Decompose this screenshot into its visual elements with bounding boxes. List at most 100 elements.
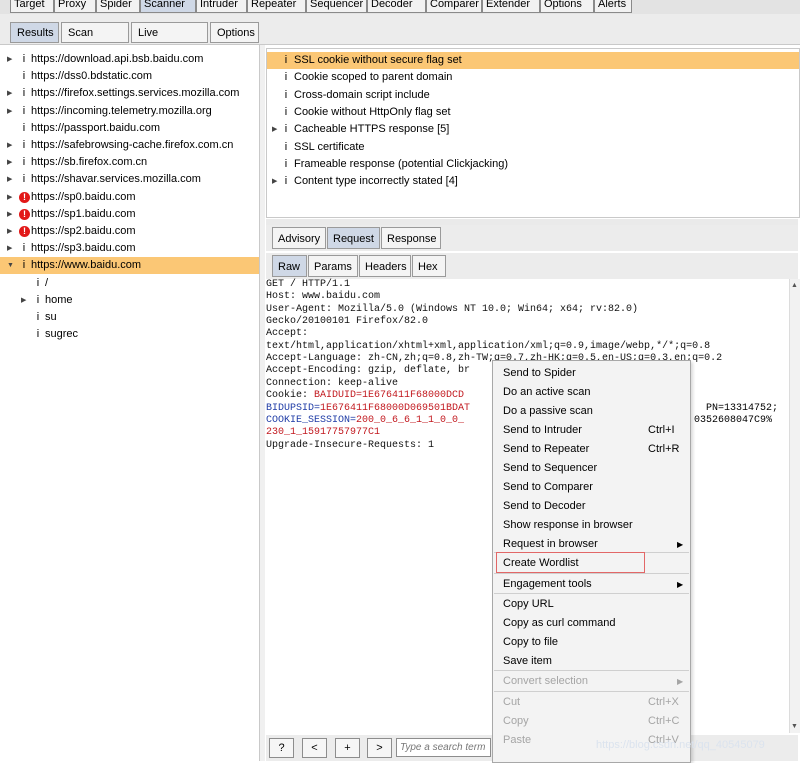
issue-item[interactable]: i Frameable response (potential Clickjack… (267, 156, 799, 173)
menu-item-send-to-comparer[interactable]: Send to Comparer (493, 478, 690, 497)
tab-proxy[interactable]: Proxy (54, 0, 96, 13)
site-tree-item[interactable]: i https://passport.baidu.com (0, 120, 259, 137)
tab-extender[interactable]: Extender (482, 0, 540, 13)
site-tree-item[interactable]: ▶! https://sp2.baidu.com (0, 223, 259, 240)
subtab-live-scanning[interactable]: Live scanning (131, 22, 208, 60)
issues-list[interactable]: i SSL cookie without secure flag set i Cook… (266, 48, 800, 218)
expand-right-icon[interactable]: ▶ (272, 173, 280, 190)
scroll-up-icon[interactable]: ▲ (791, 282, 798, 289)
top-tab-bar: Target Proxy Spider Scanner Intruder Repeater… (0, 0, 800, 14)
issue-label: SSL cookie without secure flag set (294, 54, 462, 66)
menu-item-copy-url[interactable]: Copy URL (493, 595, 690, 614)
subtab-scan-queue[interactable]: Scan queue (61, 22, 129, 60)
menu-item-send-to-intruder[interactable]: Send to Intruder Ctrl+I (493, 421, 690, 440)
site-tree-item[interactable]: ▶ i https://sp3.baidu.com (0, 240, 259, 257)
site-tree-item[interactable]: ▶ i https://safebrowsing-cache.firefox.com… (0, 137, 259, 154)
tab-options[interactable]: Options (540, 0, 594, 13)
menu-item-copy-as-curl-command[interactable]: Copy as curl command (493, 614, 690, 633)
request-line: Cookie: BAIDUID=1E676411F68000DCD (266, 390, 464, 402)
site-tree-item[interactable]: i sugrec (0, 326, 259, 343)
tab-decoder[interactable]: Decoder (367, 0, 426, 13)
expand-right-icon[interactable]: ▶ (7, 137, 15, 154)
site-tree-item[interactable]: ▼ i https://www.baidu.com (0, 257, 259, 275)
menu-separator (494, 593, 689, 594)
menu-item-do-a-passive-scan[interactable]: Do a passive scan (493, 402, 690, 421)
issue-item[interactable]: ▶ i Cacheable HTTPS response [5] (267, 121, 799, 138)
forward-button[interactable]: > (367, 738, 392, 758)
submenu-arrow-icon: ▶ (677, 677, 684, 686)
expand-right-icon[interactable]: ▶ (7, 223, 15, 240)
subtab-results[interactable]: Results (10, 22, 59, 43)
tab-hex[interactable]: Hex (412, 255, 446, 277)
issue-item[interactable]: i Cookie without HttpOnly flag set (267, 104, 799, 121)
menu-item-engagement-tools[interactable]: Engagement tools ▶ (493, 575, 690, 594)
menu-item-label: Send to Intruder (503, 424, 582, 436)
tab-headers[interactable]: Headers (359, 255, 411, 277)
tab-alerts[interactable]: Alerts (594, 0, 632, 13)
issue-item[interactable]: ▶ i Content type incorrectly stated [4] (267, 173, 799, 190)
expand-right-icon[interactable]: ▶ (7, 85, 15, 102)
issue-item[interactable]: i SSL certificate (267, 139, 799, 156)
site-tree-item[interactable]: ▶! https://sp1.baidu.com (0, 206, 259, 223)
menu-item-send-to-spider[interactable]: Send to Spider (493, 364, 690, 383)
menu-item-send-to-repeater[interactable]: Send to Repeater Ctrl+R (493, 440, 690, 459)
menu-item-send-to-sequencer[interactable]: Send to Sequencer (493, 459, 690, 478)
expand-right-icon[interactable]: ▶ (7, 154, 15, 171)
expand-down-icon[interactable]: ▼ (7, 257, 15, 274)
expand-right-icon[interactable]: ▶ (7, 171, 15, 188)
subtab-options[interactable]: Options (210, 22, 259, 43)
menu-item-do-an-active-scan[interactable]: Do an active scan (493, 383, 690, 402)
request-scrollbar[interactable]: ▲ ▼ (789, 279, 800, 733)
site-tree-item[interactable]: ▶ i https://shavar.services.mozilla.com (0, 171, 259, 188)
tab-comparer[interactable]: Comparer (426, 0, 482, 13)
issue-info-icon: i (22, 259, 26, 272)
scroll-down-icon[interactable]: ▼ (791, 723, 798, 730)
tab-target[interactable]: Target (10, 0, 54, 13)
tab-intruder[interactable]: Intruder (196, 0, 247, 13)
menu-item-send-to-decoder[interactable]: Send to Decoder (493, 497, 690, 516)
expand-right-icon[interactable]: ▶ (21, 292, 29, 309)
vertical-splitter[interactable] (260, 45, 265, 761)
tab-spider[interactable]: Spider (96, 0, 140, 13)
tab-raw[interactable]: Raw (272, 255, 307, 277)
request-text: User-Agent: Mozilla/5.0 (Windows NT 10.0… (266, 303, 639, 315)
issue-info-icon: i (284, 105, 288, 118)
site-tree-item[interactable]: ▶ i home (0, 292, 259, 309)
issue-item[interactable]: i SSL cookie without secure flag set (267, 52, 799, 69)
previous-button[interactable]: < (302, 738, 327, 758)
scanner-sub-tab-bar: ResultsScan queueLive scanningOptions (0, 14, 800, 60)
expand-right-icon[interactable]: ▶ (7, 189, 15, 206)
tab-response[interactable]: Response (381, 227, 441, 249)
site-tree-item[interactable]: ▶ i https://sb.firefox.com.cn (0, 154, 259, 171)
site-tree-item[interactable]: ▶ i https://firefox.settings.services.mozi… (0, 85, 259, 102)
site-tree-item[interactable]: i https://dss0.bdstatic.com (0, 68, 259, 85)
site-tree-item[interactable]: i su (0, 309, 259, 326)
menu-item-copy-to-file[interactable]: Copy to file (493, 633, 690, 652)
issue-item[interactable]: i Cross-domain script include (267, 87, 799, 104)
expand-right-icon[interactable]: ▶ (7, 206, 15, 223)
request-text: Host: www.baidu.com (266, 291, 381, 303)
issue-item[interactable]: i Cookie scoped to parent domain (267, 69, 799, 86)
next-match-button[interactable]: + (335, 738, 360, 758)
tab-advisory[interactable]: Advisory (272, 227, 326, 249)
tab-sequencer[interactable]: Sequencer (306, 0, 367, 13)
search-input[interactable]: Type a search term (396, 738, 491, 757)
tab-repeater[interactable]: Repeater (247, 0, 306, 13)
request-line: GET / HTTP/1.1 (266, 279, 350, 291)
menu-item-label: Send to Repeater (503, 443, 590, 455)
expand-right-icon[interactable]: ▶ (7, 240, 15, 257)
expand-right-icon[interactable]: ▶ (7, 51, 15, 68)
expand-right-icon[interactable]: ▶ (7, 103, 15, 120)
help-button[interactable]: ? (269, 738, 294, 758)
site-tree-item[interactable]: ▶ i https://incoming.telemetry.mozilla.org (0, 103, 259, 120)
menu-item-save-item[interactable]: Save item (493, 652, 690, 671)
site-tree-item[interactable]: i / (0, 275, 259, 292)
tab-params[interactable]: Params (308, 255, 358, 277)
expand-right-icon[interactable]: ▶ (272, 121, 280, 138)
tab-request[interactable]: Request (327, 227, 380, 249)
site-tree-item[interactable]: ▶ i https://download.api.bsb.baidu.com (0, 51, 259, 68)
tab-scanner[interactable]: Scanner (140, 0, 196, 13)
menu-item-show-response-in-browser[interactable]: Show response in browser (493, 516, 690, 535)
site-tree-panel[interactable]: ▶ i https://download.api.bsb.baidu.com i htt… (0, 45, 260, 761)
site-tree-item[interactable]: ▶! https://sp0.baidu.com (0, 189, 259, 206)
